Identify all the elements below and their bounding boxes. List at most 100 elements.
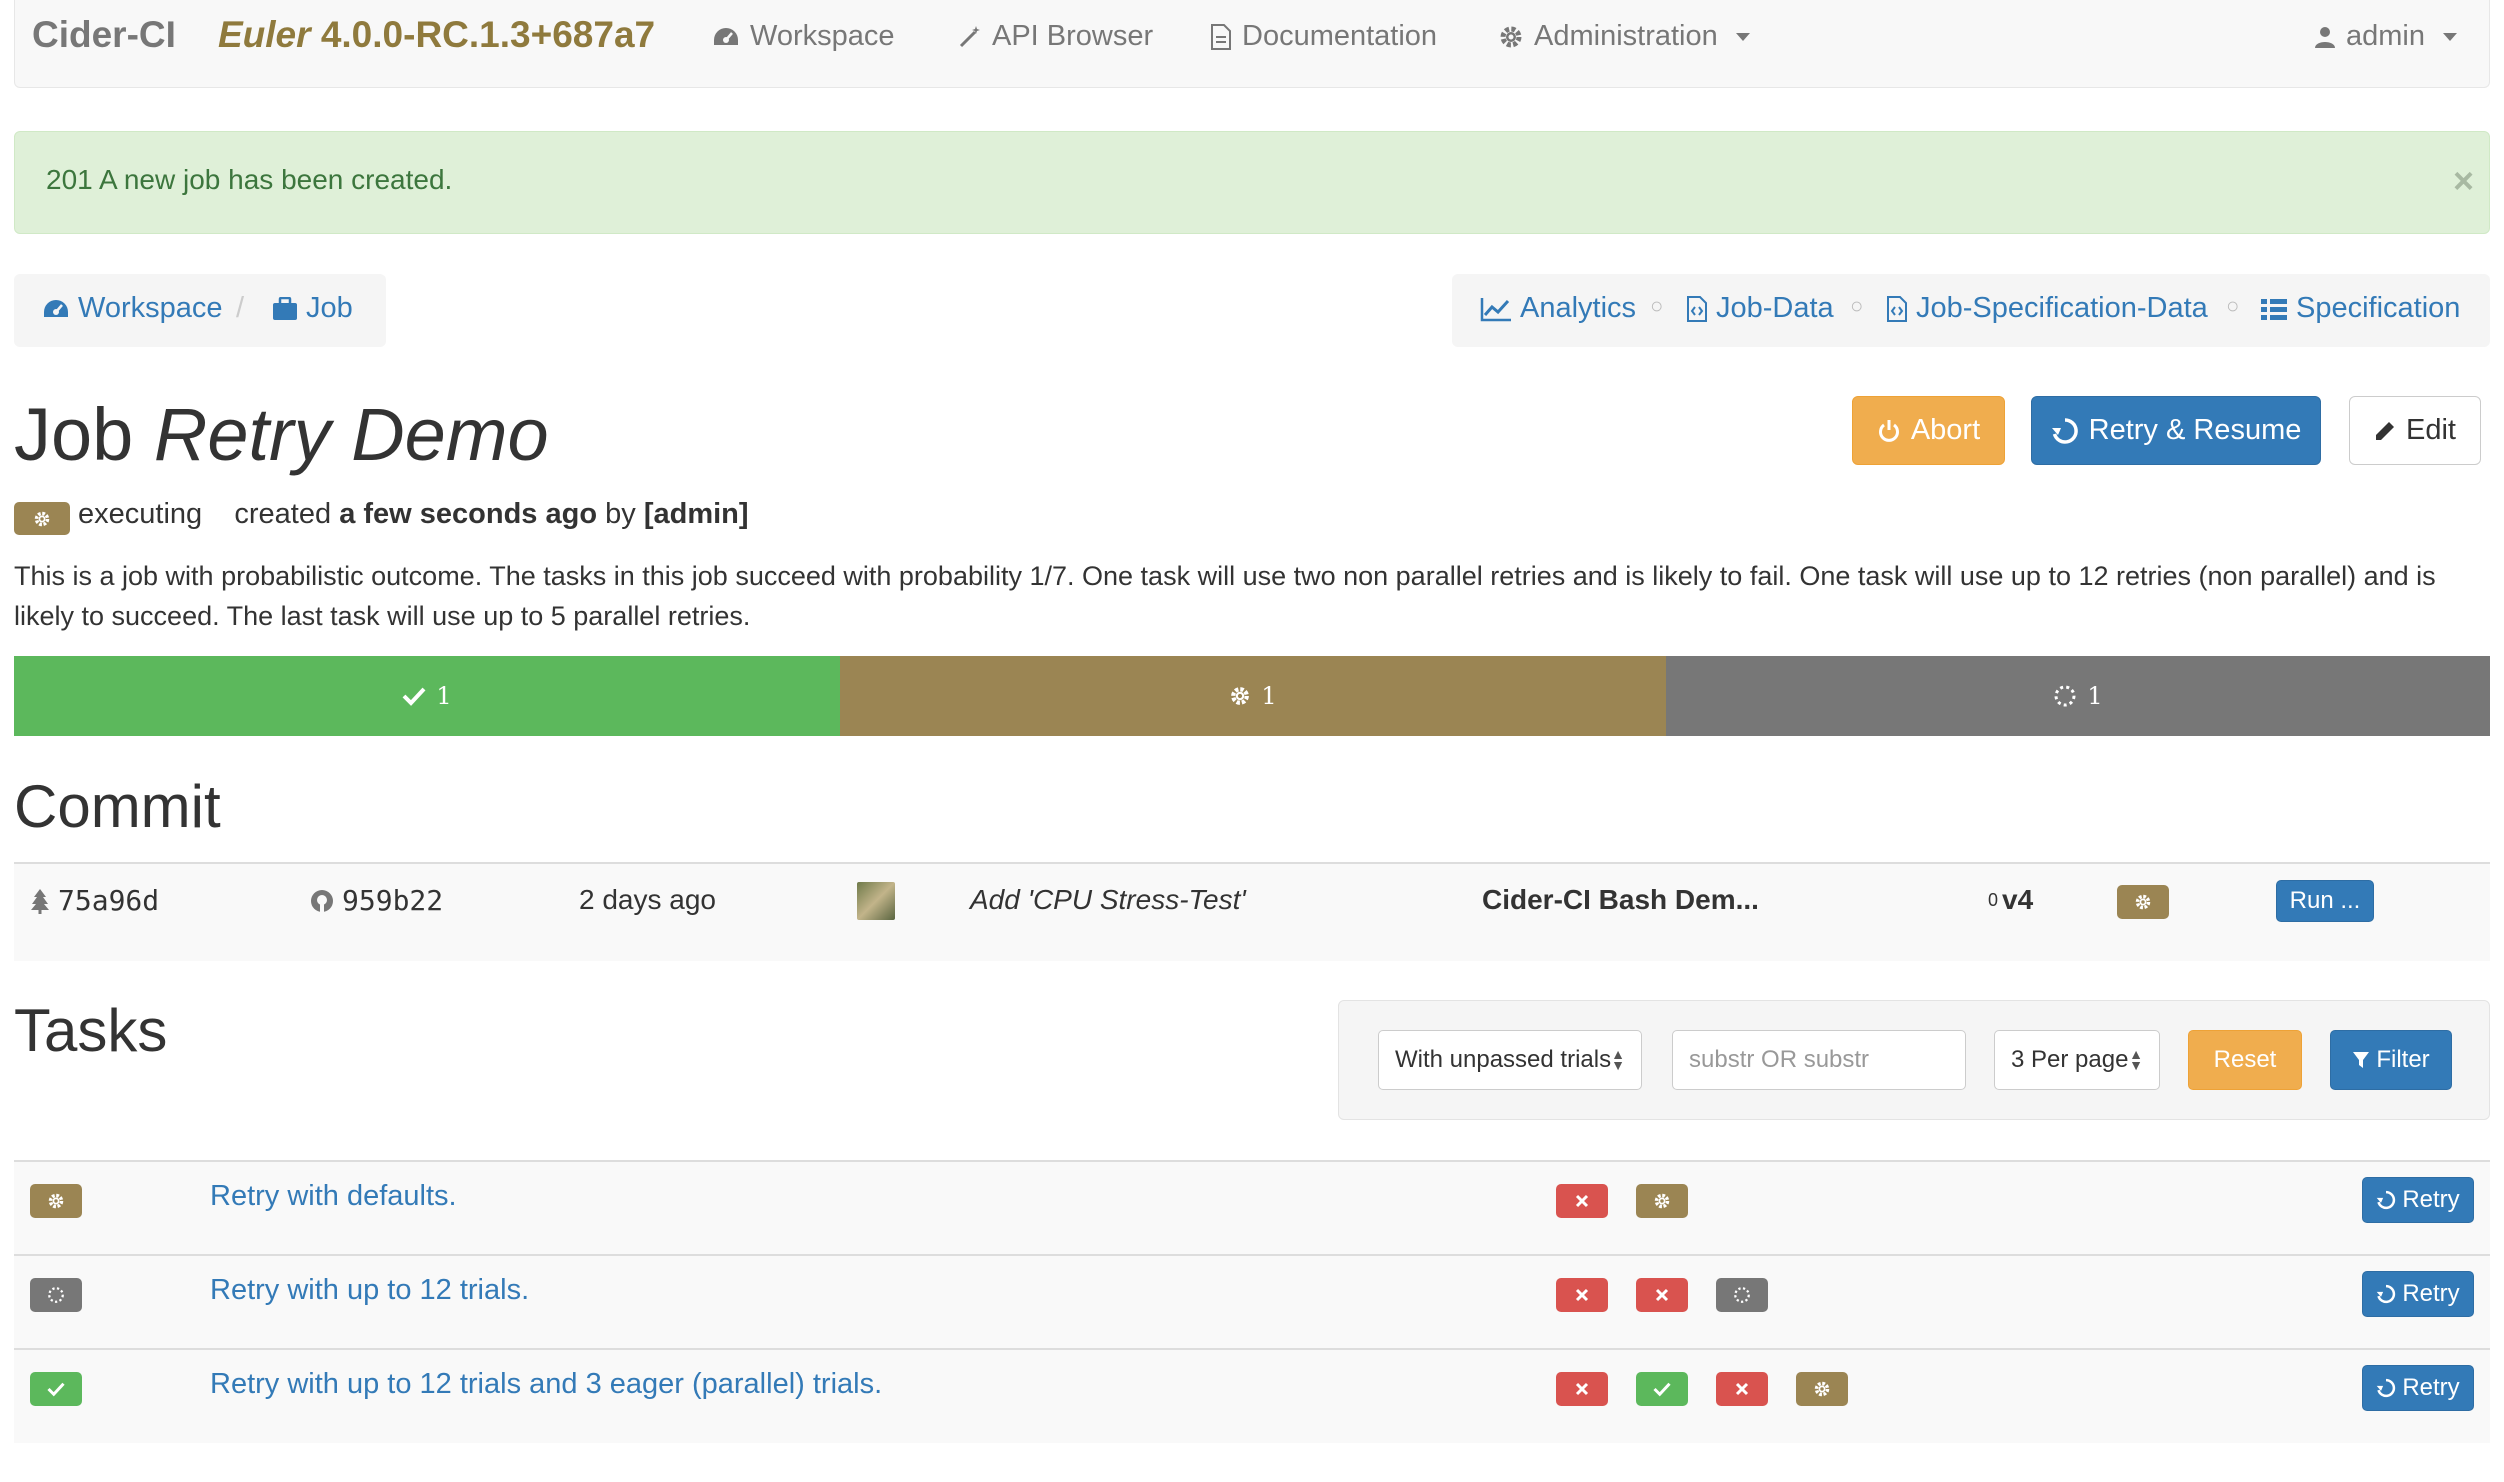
trial-failed-badge[interactable] bbox=[1556, 1372, 1608, 1406]
cog-icon bbox=[2135, 894, 2151, 910]
tab-separator: ○ bbox=[1850, 293, 1864, 318]
breadcrumb-job-link[interactable]: Job bbox=[272, 292, 353, 325]
breadcrumb-job-label: Job bbox=[306, 292, 353, 324]
task-retry-label: Retry bbox=[2402, 1374, 2460, 1401]
filter-button[interactable]: Filter bbox=[2330, 1030, 2452, 1090]
run-job-button[interactable]: Run ... bbox=[2276, 880, 2374, 922]
per-page-select-value: 3 Per page bbox=[2011, 1046, 2129, 1073]
nav-administration-dropdown[interactable]: Administration bbox=[1498, 20, 1750, 53]
times-icon bbox=[1655, 1288, 1669, 1302]
tab-separator: ○ bbox=[1650, 293, 1664, 318]
cog-icon bbox=[1814, 1381, 1830, 1397]
nav-documentation-label: Documentation bbox=[1242, 20, 1438, 52]
branch-count: 0 bbox=[1988, 889, 1999, 910]
abort-label: Abort bbox=[1910, 414, 1981, 446]
branch-name: v4 bbox=[2002, 884, 2034, 915]
trial-state-select[interactable]: With unpassed trials ▲ ▼ bbox=[1378, 1030, 1642, 1090]
task-state-badge bbox=[30, 1184, 82, 1218]
select-arrows-icon: ▲ ▼ bbox=[2129, 1046, 2143, 1073]
commit-jobs-state-badge[interactable] bbox=[2117, 885, 2169, 919]
created-time: a few seconds ago bbox=[339, 498, 598, 530]
specification-link[interactable]: Specification bbox=[2260, 292, 2460, 325]
task-search-input[interactable]: substr OR substr bbox=[1672, 1030, 1966, 1090]
job-data-link[interactable]: Job-Data bbox=[1686, 292, 1834, 325]
alert-message: 201 A new job has been created. bbox=[46, 164, 453, 195]
tasks-section-title: Tasks bbox=[14, 997, 168, 1064]
executing-count: 1 bbox=[1261, 682, 1277, 710]
trial-passed-badge[interactable] bbox=[1636, 1372, 1688, 1406]
tab-separator: ○ bbox=[2226, 293, 2240, 318]
breadcrumb-workspace-label: Workspace bbox=[78, 292, 223, 324]
user-name: admin bbox=[2346, 20, 2425, 52]
spinner-icon bbox=[2054, 685, 2076, 707]
commit-date: 2 days ago bbox=[579, 884, 716, 915]
recycle-icon bbox=[2377, 1378, 2396, 1398]
created-by-label: by bbox=[605, 498, 636, 530]
caret-down-icon bbox=[2443, 32, 2457, 41]
reset-button[interactable]: Reset bbox=[2188, 1030, 2302, 1090]
trial-failed-badge[interactable] bbox=[1556, 1278, 1608, 1312]
nav-api-browser-label: API Browser bbox=[992, 20, 1154, 52]
repository-name[interactable]: Cider-CI Bash Dem... bbox=[1482, 884, 1759, 916]
progress-passed-segment[interactable]: 1 bbox=[14, 656, 840, 736]
progress-pending-segment[interactable]: 1 bbox=[1666, 656, 2490, 736]
task-name-link[interactable]: Retry with defaults. bbox=[210, 1180, 457, 1213]
user-menu-dropdown[interactable]: admin bbox=[2314, 20, 2457, 53]
analytics-label: Analytics bbox=[1520, 292, 1637, 324]
recycle-icon bbox=[2377, 1190, 2396, 1210]
filter-icon bbox=[2353, 1052, 2370, 1068]
task-retry-button[interactable]: Retry bbox=[2362, 1271, 2474, 1317]
branch-info[interactable]: 0 v4 bbox=[1988, 884, 2033, 916]
job-specification-data-link[interactable]: Job-Specification-Data bbox=[1886, 292, 2208, 325]
tree-id-link[interactable]: 75a96d bbox=[30, 884, 159, 917]
trial-failed-badge[interactable] bbox=[1636, 1278, 1688, 1312]
check-icon bbox=[47, 1382, 65, 1397]
cog-icon bbox=[1231, 687, 1250, 705]
job-name: Retry Demo bbox=[153, 393, 549, 476]
analytics-link[interactable]: Analytics bbox=[1480, 292, 1636, 325]
trial-executing-badge[interactable] bbox=[1796, 1372, 1848, 1406]
edit-button[interactable]: Edit bbox=[2349, 396, 2481, 465]
task-retry-button[interactable]: Retry bbox=[2362, 1365, 2474, 1411]
filter-label: Filter bbox=[2376, 1046, 2430, 1073]
abort-button[interactable]: Abort bbox=[1852, 396, 2005, 465]
progress-executing-segment[interactable]: 1 bbox=[840, 656, 1666, 736]
commit-id-link[interactable]: 959b22 bbox=[310, 884, 443, 917]
trial-failed-badge[interactable] bbox=[1556, 1184, 1608, 1218]
breadcrumb-workspace-link[interactable]: Workspace bbox=[42, 292, 223, 325]
nav-workspace-label: Workspace bbox=[750, 20, 895, 52]
breadcrumb-separator: / bbox=[236, 292, 245, 324]
specification-label: Specification bbox=[2296, 292, 2461, 324]
nav-documentation[interactable]: Documentation bbox=[1210, 20, 1437, 53]
spinner-icon bbox=[48, 1287, 64, 1303]
task-retry-label: Retry bbox=[2402, 1280, 2460, 1307]
power-off-icon bbox=[1878, 419, 1899, 442]
code-file-icon bbox=[1687, 295, 1707, 322]
task-name-link[interactable]: Retry with up to 12 trials and 3 eager (… bbox=[210, 1368, 882, 1401]
job-data-label: Job-Data bbox=[1716, 292, 1834, 324]
briefcase-icon bbox=[273, 296, 297, 320]
nav-api-browser[interactable]: API Browser bbox=[958, 20, 1153, 53]
task-retry-label: Retry bbox=[2402, 1186, 2460, 1213]
alert-close-button[interactable]: × bbox=[2453, 160, 2474, 202]
per-page-select[interactable]: 3 Per page ▲ ▼ bbox=[1994, 1030, 2160, 1090]
page-title-prefix: Job bbox=[14, 393, 134, 476]
release-number: 4.0.0-RC.1.3+687a7 bbox=[320, 14, 656, 55]
nav-workspace[interactable]: Workspace bbox=[712, 20, 895, 53]
commit-id: 959b22 bbox=[342, 884, 444, 917]
trial-executing-badge[interactable] bbox=[1636, 1184, 1688, 1218]
trial-pending-badge[interactable] bbox=[1716, 1278, 1768, 1312]
brand-logo[interactable]: Cider-CI bbox=[32, 14, 176, 56]
passed-count: 1 bbox=[436, 682, 452, 710]
edit-label: Edit bbox=[2406, 414, 2456, 446]
job-progress-bar: 1 1 1 bbox=[14, 656, 2490, 736]
retry-resume-button[interactable]: Retry & Resume bbox=[2031, 396, 2321, 465]
task-state-badge bbox=[30, 1278, 82, 1312]
task-name-link[interactable]: Retry with up to 12 trials. bbox=[210, 1274, 529, 1307]
trial-failed-badge[interactable] bbox=[1716, 1372, 1768, 1406]
cog-icon bbox=[1654, 1193, 1670, 1209]
user-icon bbox=[2315, 26, 2335, 48]
job-meta: executing created a few seconds ago by [… bbox=[78, 498, 749, 531]
task-retry-button[interactable]: Retry bbox=[2362, 1177, 2474, 1223]
times-icon bbox=[1575, 1382, 1589, 1396]
